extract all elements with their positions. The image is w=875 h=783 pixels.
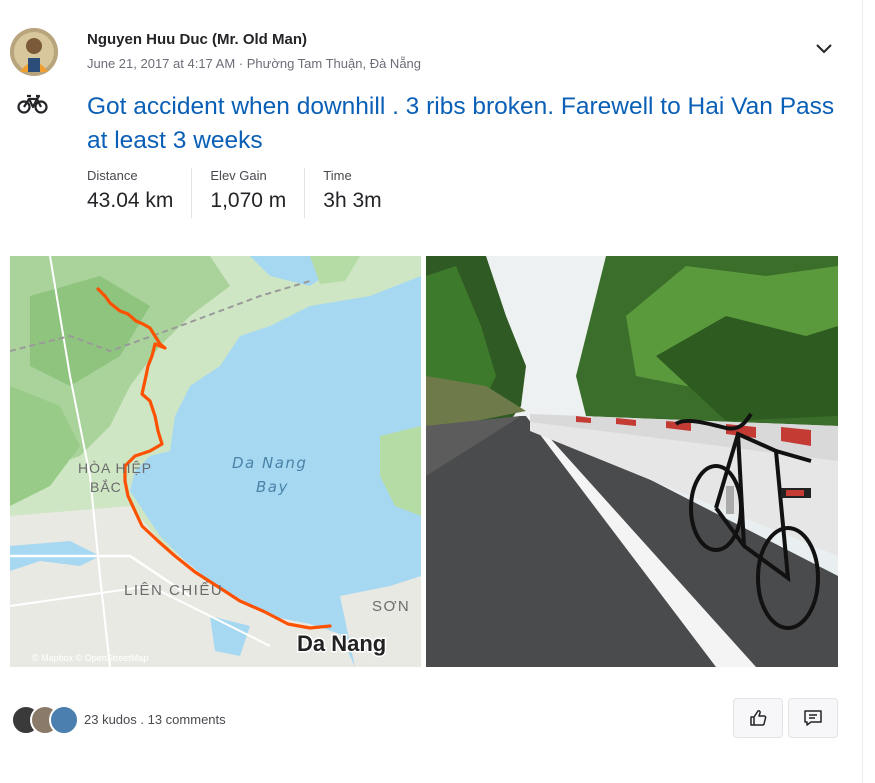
map-label-son: SƠN [372,598,410,615]
stat-value: 3h 3m [323,189,382,212]
comment-button[interactable] [788,698,838,738]
activity-photo[interactable] [426,256,838,667]
thumbs-up-icon [750,710,767,726]
athlete-name[interactable]: Nguyen Huu Duc (Mr. Old Man) [87,31,307,48]
activity-date-location: June 21, 2017 at 4:17 AM · Phường Tam Th… [87,56,422,71]
stats-row: Distance 43.04 km Elev Gain 1,070 m Time… [87,168,418,218]
kudos-avatars[interactable] [11,705,81,735]
summary-separator: . [136,712,148,727]
stat-time: Time 3h 3m [323,168,399,218]
card-border [862,0,863,783]
stat-value: 1,070 m [210,189,287,212]
stat-elev-gain: Elev Gain 1,070 m [210,168,306,218]
route-map[interactable]: HÒA HIỆP BẮC Da Nang Bay LIÊN CHIỂU SƠN … [10,256,421,667]
map-label-bay: Da Nang [232,454,307,472]
stat-label: Elev Gain [210,168,267,183]
kudos-avatar [49,705,79,735]
kudos-count[interactable]: 23 kudos [84,712,137,727]
comment-icon [804,710,822,726]
kudos-button[interactable] [733,698,783,738]
activity-card: Nguyen Huu Duc (Mr. Old Man) June 21, 20… [0,0,865,783]
stat-label: Time [323,168,352,183]
map-label-bac: BẮC [90,478,122,495]
bike-icon [17,92,49,116]
map-label-lien-chieu: LIÊN CHIỂU [124,581,223,599]
activity-title[interactable]: Got accident when downhill . 3 ribs brok… [87,90,847,158]
kudos-comments-summary: 23 kudos . 13 comments [84,712,226,727]
chevron-down-icon[interactable] [812,36,836,60]
map-label-bay-2: Bay [256,478,289,496]
comments-count[interactable]: 13 comments [148,712,226,727]
stat-value: 43.04 km [87,189,174,212]
map-attribution: © Mapbox © OpenStreetMap [32,653,148,663]
map-label-da-nang: Da Nang [297,631,386,656]
stat-label: Distance [87,168,138,183]
athlete-avatar[interactable] [10,28,58,76]
stat-distance: Distance 43.04 km [87,168,193,218]
map-label-hoa-hiep: HÒA HIỆP [78,460,152,476]
